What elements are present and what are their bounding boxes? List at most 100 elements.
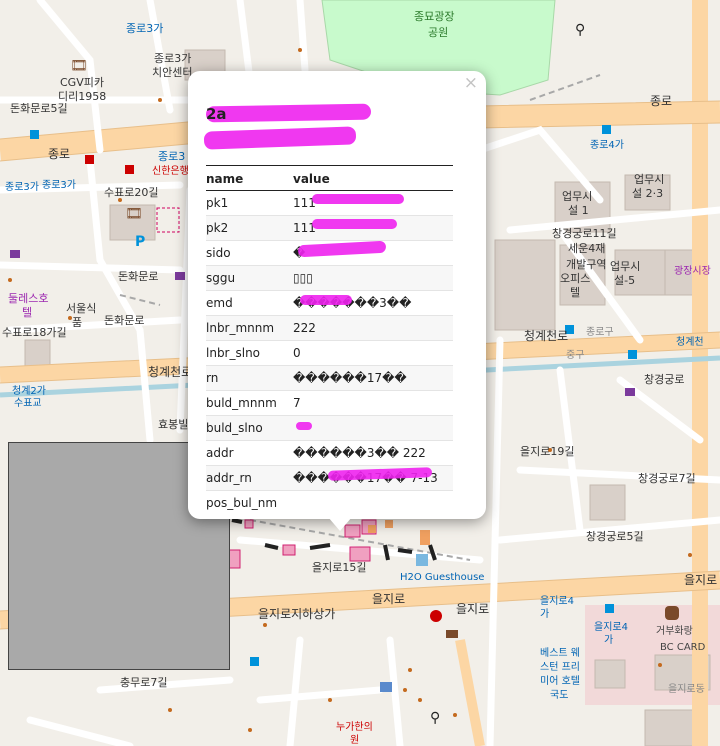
attr-value: 0 bbox=[293, 340, 453, 366]
table-row: buld_mnnm 7 bbox=[206, 390, 453, 416]
attr-value: ▯▯▯ bbox=[293, 265, 453, 291]
map-label: 종로3가 bbox=[5, 181, 39, 193]
attr-name: emd bbox=[206, 290, 293, 316]
table-row: rn ������17�� bbox=[206, 365, 453, 391]
redaction-mark bbox=[203, 126, 357, 150]
attr-value: ������17�� bbox=[293, 365, 453, 391]
attr-name: addr bbox=[206, 440, 293, 466]
map-label: BC CARD bbox=[660, 642, 706, 653]
table-row: buld_slno bbox=[206, 415, 453, 441]
popup-tip bbox=[328, 517, 352, 531]
feature-popup: × 2a name value pk1111 pk2111 sido� sggu… bbox=[188, 71, 486, 519]
map-label: 을지로동 bbox=[668, 683, 705, 695]
map-label: 종로3 bbox=[158, 150, 185, 163]
map-label: 세운4재 bbox=[568, 242, 605, 255]
map-label: 창경궁로7길 bbox=[638, 472, 696, 485]
map-label: 을지로 bbox=[456, 602, 489, 616]
svg-text:P: P bbox=[135, 234, 145, 250]
map-label: 을지로 bbox=[372, 592, 405, 606]
redaction-mark bbox=[312, 194, 404, 204]
attr-value bbox=[293, 490, 453, 510]
map-label: 돈화문로 bbox=[104, 314, 144, 327]
map-label: 을지로19길 bbox=[520, 445, 574, 458]
map-label: 광장시장 bbox=[674, 265, 711, 277]
map-label: 스턴 프리 bbox=[540, 661, 580, 673]
map-label: 베스트 웨 bbox=[540, 647, 580, 659]
map-label: 누가한의 bbox=[336, 721, 373, 733]
attr-name: lnbr_mnnm bbox=[206, 315, 293, 341]
map-label: 청계천로 bbox=[524, 328, 568, 343]
attr-name: sggu bbox=[206, 265, 293, 291]
map-label: 청계2가 bbox=[12, 385, 46, 397]
map-label: 창경궁로5길 bbox=[586, 530, 644, 543]
table-row: lnbr_mnnm 222 bbox=[206, 315, 453, 341]
popup-title: 2a bbox=[206, 105, 227, 123]
svg-text:⚲: ⚲ bbox=[575, 22, 585, 38]
attr-name: pos_bul_nm bbox=[206, 490, 293, 510]
popup-close-button[interactable]: × bbox=[464, 73, 478, 93]
map-label: 설-5 bbox=[614, 274, 635, 287]
attribute-table: name value pk1111 pk2111 sido� sggu▯▯▯ e… bbox=[206, 165, 453, 510]
map-label: 종로3가 bbox=[154, 52, 191, 65]
attr-name: lnbr_slno bbox=[206, 340, 293, 366]
table-row: addr ������3�� 222 bbox=[206, 440, 453, 466]
attr-name: sido bbox=[206, 240, 293, 266]
redaction-mark bbox=[300, 295, 352, 305]
map-label: 가 bbox=[604, 634, 613, 646]
map-label: 돈화문로5길 bbox=[10, 102, 68, 115]
map-label: 설 2·3 bbox=[632, 187, 663, 200]
redaction-mark bbox=[296, 422, 312, 430]
svg-text:⚲: ⚲ bbox=[430, 710, 440, 726]
table-row: pos_bul_nm bbox=[206, 490, 453, 510]
map-label: 종로 bbox=[48, 147, 70, 161]
map-label: 종로4가 bbox=[590, 139, 624, 151]
svg-text:🎞: 🎞 bbox=[125, 206, 143, 222]
map-label: 중구 bbox=[566, 349, 584, 361]
map-label: 을지로4 bbox=[540, 595, 574, 607]
map-label: 창경궁로 bbox=[644, 373, 684, 386]
map-label: 종로 bbox=[650, 94, 672, 108]
map-label: 을지로지하상가 bbox=[258, 607, 335, 621]
column-header-value: value bbox=[293, 165, 453, 191]
map-label: 수표로18가길 bbox=[2, 326, 67, 339]
attr-name: pk1 bbox=[206, 190, 293, 216]
attr-name: buld_slno bbox=[206, 415, 293, 441]
map-label: 미어 호텔 bbox=[540, 675, 580, 687]
attr-name: pk2 bbox=[206, 215, 293, 241]
map-label: 신한은행 bbox=[152, 165, 189, 177]
column-header-name: name bbox=[206, 165, 293, 191]
map-label: 을지로4 bbox=[594, 621, 628, 633]
map-label: 업무시 bbox=[562, 190, 592, 203]
redaction-mark bbox=[205, 103, 372, 123]
map-label: 치안센터 bbox=[152, 66, 192, 79]
map-label: 수표교 bbox=[14, 397, 42, 409]
table-row: lnbr_slno 0 bbox=[206, 340, 453, 366]
map-label: 돈화문로 bbox=[118, 270, 158, 283]
map-label: 둘레스호 bbox=[8, 292, 48, 305]
map-label: 업무시 bbox=[634, 173, 664, 186]
map-label: H2O Guesthouse bbox=[400, 572, 484, 583]
map-label: 효봉빌 bbox=[158, 418, 188, 431]
map-label: 원 bbox=[350, 734, 359, 746]
map-label: 설 1 bbox=[568, 204, 589, 217]
map-label: CGV피카 bbox=[60, 76, 104, 89]
map-label: 가 bbox=[540, 608, 549, 620]
map-label: 공원 bbox=[428, 26, 448, 39]
redaction-mark bbox=[312, 219, 397, 229]
map-label: 서울식 bbox=[66, 302, 96, 315]
map-label: 업무시 bbox=[610, 260, 640, 273]
map-label: 청계천 bbox=[676, 336, 704, 348]
attr-value bbox=[293, 415, 453, 441]
map-label: 수표로20길 bbox=[104, 186, 158, 199]
map-label: 창경궁로11길 bbox=[552, 227, 617, 240]
map-label: 품 bbox=[72, 316, 82, 329]
map-label: 종로구 bbox=[586, 326, 614, 338]
attribute-table-scroll[interactable]: name value pk1111 pk2111 sido� sggu▯▯▯ e… bbox=[206, 165, 453, 510]
map-label: 충무로7길 bbox=[120, 676, 167, 689]
map-label: 오피스 bbox=[560, 272, 590, 285]
map-label: 거부화랑 bbox=[656, 625, 693, 637]
map-label: 텔 bbox=[570, 286, 580, 299]
map-label: 을지로 bbox=[684, 573, 717, 587]
map-label: 을지로15길 bbox=[312, 561, 366, 574]
svg-text:🎞: 🎞 bbox=[70, 58, 88, 74]
